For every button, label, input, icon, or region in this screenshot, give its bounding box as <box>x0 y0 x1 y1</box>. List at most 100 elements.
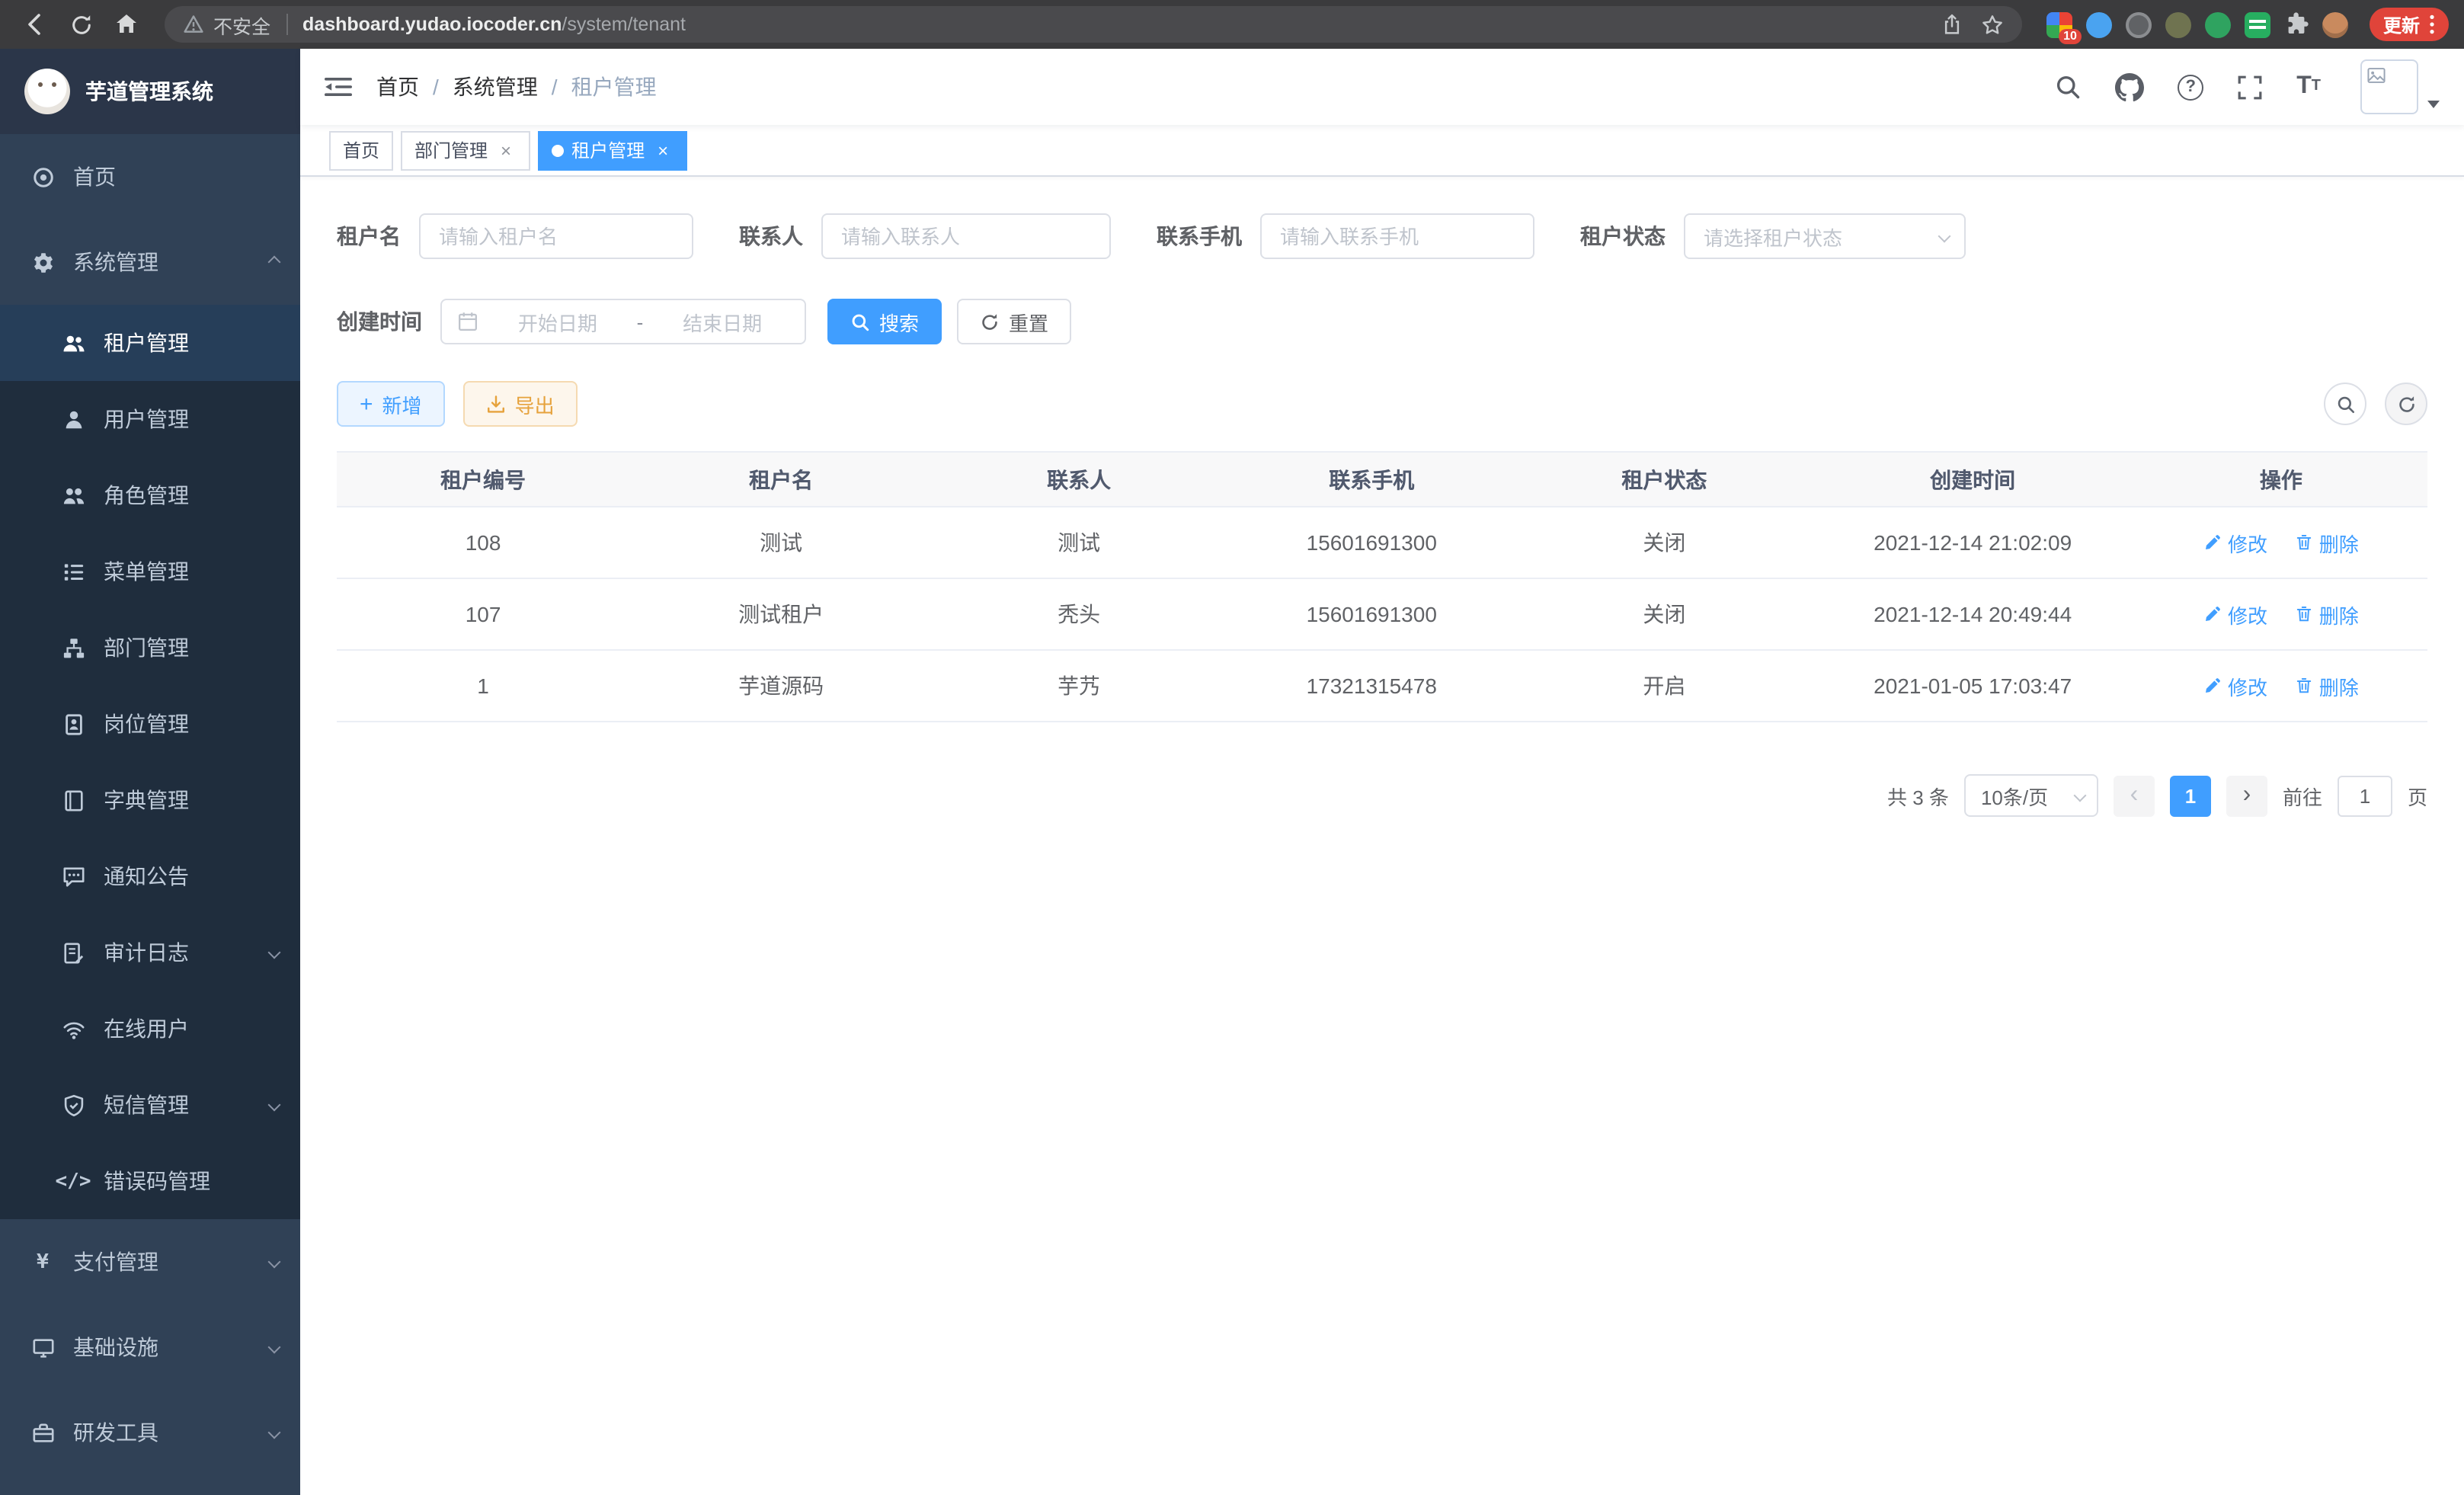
sidebar-item-dev-tools[interactable]: 研发工具 <box>0 1390 300 1475</box>
next-page-button[interactable]: › <box>2226 775 2267 816</box>
goto-label: 前往 <box>2283 781 2322 810</box>
sidebar-item-system-management[interactable]: 系统管理 <box>0 219 300 305</box>
cell-phone: 17321315478 <box>1225 650 1518 722</box>
table-row: 1 芋道源码 芋艿 17321315478 开启 2021-01-05 17:0… <box>337 650 2427 722</box>
cell-created: 2021-01-05 17:03:47 <box>1811 650 2135 722</box>
total-count: 共 3 条 <box>1887 781 1949 810</box>
breadcrumb-current: 租户管理 <box>571 72 657 102</box>
phone-input[interactable] <box>1260 213 1534 259</box>
trash-icon <box>2295 533 2313 552</box>
extension-dark-icon[interactable] <box>2126 11 2152 37</box>
prev-page-button[interactable]: ‹ <box>2114 775 2155 816</box>
breadcrumb-system[interactable]: 系统管理 <box>453 72 538 102</box>
close-icon[interactable]: × <box>495 139 517 161</box>
tenant-table: 租户编号 租户名 联系人 联系手机 租户状态 创建时间 操作 108 测试 <box>337 451 2427 722</box>
extensions-puzzle-icon[interactable] <box>2284 12 2309 37</box>
date-separator: - <box>637 310 644 333</box>
breadcrumb: 首页 / 系统管理 / 租户管理 <box>376 72 657 102</box>
page-size-select[interactable]: 10条/页 <box>1964 774 2098 817</box>
tag-home[interactable]: 首页 <box>329 130 393 170</box>
contact-input[interactable] <box>821 213 1111 259</box>
goto-page-input[interactable] <box>2338 775 2392 816</box>
chevron-right-icon: › <box>2243 782 2251 809</box>
sidebar-item-post-management[interactable]: 岗位管理 <box>0 686 300 762</box>
cell-created: 2021-12-14 20:49:44 <box>1811 578 2135 650</box>
delete-link[interactable]: 删除 <box>2295 671 2359 700</box>
tenant-name-label: 租户名 <box>337 221 401 251</box>
cell-tenant-id: 107 <box>337 578 629 650</box>
breadcrumb-home[interactable]: 首页 <box>376 72 419 102</box>
edit-link[interactable]: 修改 <box>2203 671 2267 700</box>
share-button[interactable] <box>1941 14 1963 35</box>
refresh-icon <box>980 312 1000 331</box>
sidebar: 芋道管理系统 首页 系统管理 租户管理 <box>0 49 300 1495</box>
sidebar-item-dict-management[interactable]: 字典管理 <box>0 762 300 838</box>
reload-button[interactable] <box>61 5 101 44</box>
github-icon <box>2115 72 2144 101</box>
search-icon <box>2335 394 2355 414</box>
chevron-down-icon <box>268 1099 281 1112</box>
tag-tenant-management[interactable]: 租户管理 × <box>538 130 687 170</box>
export-button[interactable]: 导出 <box>463 381 578 427</box>
close-icon[interactable]: × <box>652 139 674 161</box>
sidebar-item-user-management[interactable]: 用户管理 <box>0 381 300 457</box>
font-size-button[interactable]: TT <box>2296 75 2321 99</box>
sidebar-item-infrastructure[interactable]: 基础设施 <box>0 1305 300 1390</box>
page-number-1[interactable]: 1 <box>2170 775 2211 816</box>
extension-colorful-icon[interactable]: 10 <box>2046 11 2072 37</box>
date-range-picker[interactable]: 开始日期 - 结束日期 <box>440 299 806 344</box>
sidebar-item-role-management[interactable]: 角色管理 <box>0 457 300 533</box>
user-menu[interactable] <box>2360 59 2440 114</box>
header-search-button[interactable] <box>2054 73 2082 101</box>
browser-profile-avatar[interactable] <box>2322 11 2348 37</box>
add-button[interactable]: + 新增 <box>337 381 445 427</box>
calendar-icon <box>457 311 478 332</box>
shield-icon <box>61 1093 85 1117</box>
sidebar-item-payment[interactable]: ¥ 支付管理 <box>0 1219 300 1305</box>
extension-blue-icon[interactable] <box>2086 11 2112 37</box>
edit-link[interactable]: 修改 <box>2203 528 2267 557</box>
sidebar-item-menu-management[interactable]: 菜单管理 <box>0 533 300 610</box>
active-dot <box>552 144 564 156</box>
sidebar-item-notice[interactable]: 通知公告 <box>0 838 300 914</box>
yen-icon: ¥ <box>30 1250 55 1274</box>
sidebar-item-audit-log[interactable]: 审计日志 <box>0 914 300 991</box>
cell-status: 开启 <box>1518 650 1810 722</box>
sidebar-item-online-users[interactable]: 在线用户 <box>0 991 300 1067</box>
status-select[interactable]: 请选择租户状态 <box>1684 213 1966 259</box>
extension-green-icon[interactable] <box>2205 11 2231 37</box>
bookmark-button[interactable] <box>1981 13 2004 36</box>
tenant-name-input[interactable] <box>419 213 693 259</box>
refresh-table-button[interactable] <box>2385 383 2427 425</box>
extension-olive-icon[interactable] <box>2165 11 2191 37</box>
edit-link[interactable]: 修改 <box>2203 600 2267 629</box>
user-icon <box>61 407 85 431</box>
sidebar-item-sms-management[interactable]: 短信管理 <box>0 1067 300 1143</box>
logo-avatar-image <box>24 69 70 114</box>
github-link[interactable] <box>2115 72 2144 101</box>
fullscreen-button[interactable] <box>2237 74 2263 100</box>
app-logo[interactable]: 芋道管理系统 <box>0 49 300 134</box>
search-button[interactable]: 搜索 <box>827 299 942 344</box>
col-phone: 联系手机 <box>1225 452 1518 507</box>
delete-link[interactable]: 删除 <box>2295 528 2359 557</box>
sidebar-toggle-button[interactable] <box>325 75 352 99</box>
security-warning-icon <box>183 14 204 35</box>
sidebar-item-error-code[interactable]: </> 错误码管理 <box>0 1143 300 1219</box>
update-button[interactable]: 更新 <box>2370 8 2449 41</box>
delete-link[interactable]: 删除 <box>2295 600 2359 629</box>
tag-dept-management[interactable]: 部门管理 × <box>401 130 530 170</box>
extension-chat-icon[interactable] <box>2245 11 2270 37</box>
fullscreen-icon <box>2237 74 2263 100</box>
sidebar-item-tenant-management[interactable]: 租户管理 <box>0 305 300 381</box>
cell-tenant-id: 108 <box>337 507 629 578</box>
sidebar-item-dept-management[interactable]: 部门管理 <box>0 610 300 686</box>
sidebar-item-home[interactable]: 首页 <box>0 134 300 219</box>
reset-button[interactable]: 重置 <box>957 299 1071 344</box>
home-button[interactable] <box>107 5 146 44</box>
back-button[interactable] <box>15 5 55 44</box>
address-bar[interactable]: 不安全 dashboard.yudao.iocoder.cn /system/t… <box>165 6 2022 43</box>
hamburger-fold-icon <box>325 75 352 99</box>
help-button[interactable]: ? <box>2178 74 2203 100</box>
toggle-search-button[interactable] <box>2324 383 2366 425</box>
